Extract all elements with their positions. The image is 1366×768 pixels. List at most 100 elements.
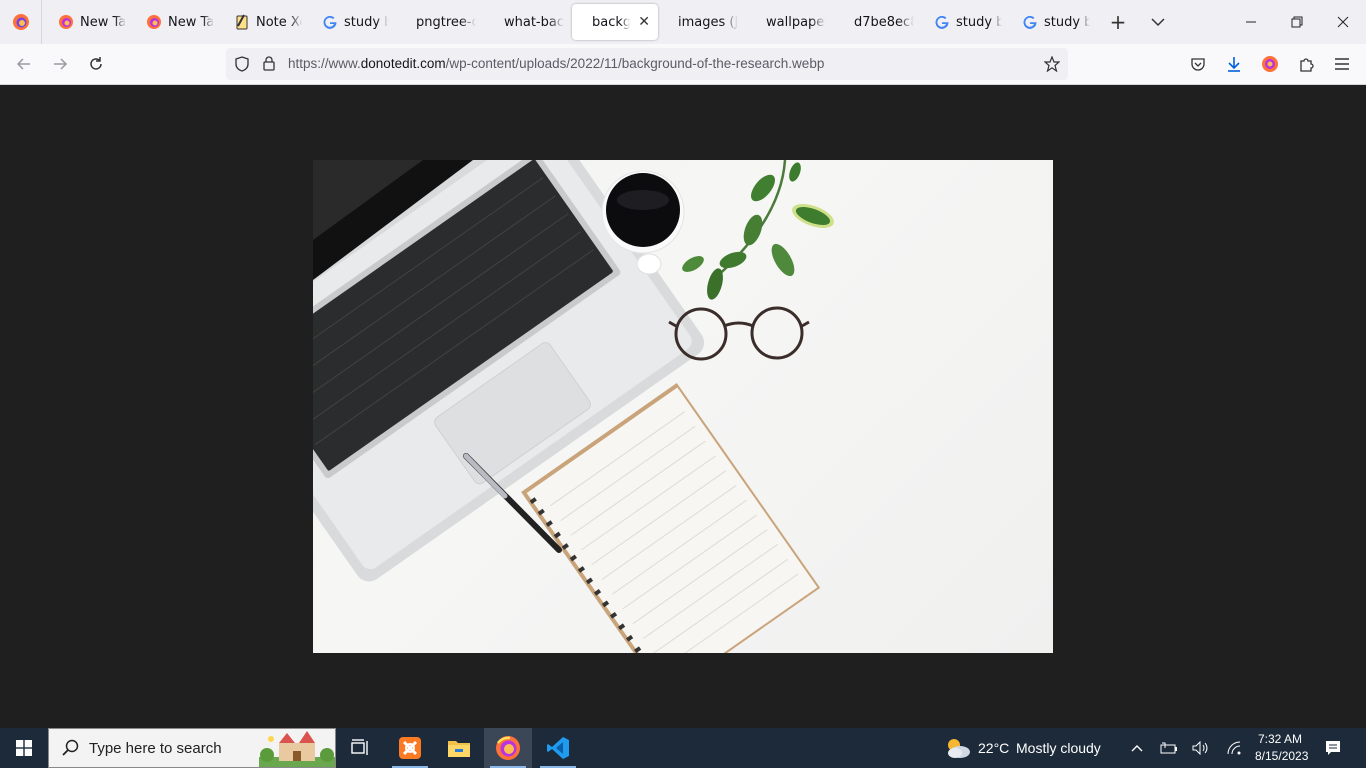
address-bar[interactable]: https://www.donotedit.com/wp-content/upl… xyxy=(226,48,1068,80)
close-window-button[interactable] xyxy=(1320,0,1366,44)
url-text[interactable]: https://www.donotedit.com/wp-content/upl… xyxy=(288,56,824,71)
pocket-button[interactable] xyxy=(1182,48,1214,80)
network-indicator[interactable] xyxy=(1222,728,1246,768)
folder-icon xyxy=(448,741,470,757)
firefox-icon xyxy=(496,736,520,760)
url-prefix: https://www. xyxy=(288,56,361,71)
show-hidden-icons-button[interactable] xyxy=(1126,728,1148,768)
weather-widget[interactable] xyxy=(943,728,973,768)
browser-tab[interactable]: New Tab xyxy=(46,4,134,40)
vscode-icon xyxy=(547,737,569,759)
app-menu-button[interactable] xyxy=(1326,48,1358,80)
weather-condition[interactable]: Mostly cloudy xyxy=(1016,740,1101,756)
close-tab-icon[interactable]: ✕ xyxy=(638,14,650,30)
taskbar-vscode[interactable] xyxy=(534,728,582,768)
google-icon xyxy=(323,15,337,29)
tab-title: pngtree-d-ill xyxy=(416,14,476,30)
firefox-icon xyxy=(12,14,29,30)
arrow-right-icon xyxy=(54,58,68,70)
reload-button[interactable] xyxy=(80,48,112,80)
lock-icon[interactable] xyxy=(262,55,276,71)
browser-tab[interactable]: pngtree-d-ill xyxy=(396,4,484,40)
chevron-up-icon xyxy=(1131,745,1143,752)
navigation-toolbar: https://www.donotedit.com/wp-content/upl… xyxy=(0,44,1366,85)
browser-tab[interactable]: d7be8ec8b6c xyxy=(834,4,922,40)
pocket-icon xyxy=(1191,58,1205,71)
taskbar-xampp[interactable] xyxy=(386,728,434,768)
firefox-icon xyxy=(147,15,161,29)
browser-tab[interactable]: wallpapersw xyxy=(746,4,834,40)
search-icon xyxy=(62,739,79,756)
tab-title: backgrou xyxy=(592,14,631,30)
plus-icon: + xyxy=(1109,10,1127,34)
battery-indicator[interactable] xyxy=(1157,728,1181,768)
url-path: /wp-content/uploads/2022/11/background-o… xyxy=(445,56,825,71)
restore-icon xyxy=(1291,16,1303,28)
blank-favicon xyxy=(584,14,586,30)
volume-control[interactable] xyxy=(1189,728,1213,768)
speaker-icon xyxy=(1192,741,1208,755)
partly-cloudy-icon xyxy=(948,739,970,758)
image-viewer xyxy=(0,85,1366,728)
forward-button[interactable] xyxy=(44,48,76,80)
back-button[interactable] xyxy=(8,48,40,80)
taskbar-firefox[interactable] xyxy=(484,728,532,768)
account-button[interactable] xyxy=(1254,48,1286,80)
windows-logo-icon xyxy=(16,740,32,756)
browser-tab[interactable]: what-backgr xyxy=(484,4,572,40)
windows-taskbar: Type here to search 22°C Mostly cloudy 7… xyxy=(0,728,1366,768)
url-domain: donotedit.com xyxy=(360,56,446,71)
arrow-left-icon xyxy=(16,58,30,70)
browser-tab[interactable]: Note Xer xyxy=(222,4,310,40)
browser-tab[interactable]: study ba xyxy=(1010,4,1098,40)
taskbar-search-box[interactable]: Type here to search xyxy=(48,728,336,768)
new-tab-button[interactable]: + xyxy=(1098,4,1138,40)
tracking-protection-shield-icon[interactable] xyxy=(234,56,250,72)
hamburger-menu-icon xyxy=(1335,58,1349,70)
wifi-icon xyxy=(1227,741,1241,755)
clock-time[interactable]: 7:32 AM xyxy=(1258,732,1302,746)
blank-favicon xyxy=(758,14,760,30)
blank-favicon xyxy=(408,14,410,30)
task-view-icon xyxy=(351,739,368,755)
restore-button[interactable] xyxy=(1274,0,1320,44)
firefox-account-icon xyxy=(1262,56,1278,72)
bookmark-star-icon[interactable] xyxy=(1044,56,1060,72)
firefox-view-button[interactable] xyxy=(0,0,42,44)
tab-title: Note Xer xyxy=(256,14,302,30)
action-center-button[interactable] xyxy=(1318,728,1348,768)
browser-tab[interactable]: study ba xyxy=(310,4,396,40)
desk-photo-illustration xyxy=(313,160,834,653)
tab-strip: New Tab New Tab Note Xer study ba pngtree-d-… xyxy=(0,0,1366,44)
extensions-button[interactable] xyxy=(1290,48,1322,80)
browser-tab[interactable]: images (JPEG xyxy=(658,4,746,40)
download-icon xyxy=(1228,57,1240,72)
browser-tab[interactable]: study ba xyxy=(922,4,1010,40)
google-icon xyxy=(935,15,949,29)
blank-favicon xyxy=(670,14,672,30)
tab-title: what-backgr xyxy=(504,14,564,30)
reload-icon xyxy=(90,57,102,70)
browser-tab[interactable]: New Tab xyxy=(134,4,222,40)
xampp-icon xyxy=(399,737,421,759)
downloads-button[interactable] xyxy=(1218,48,1250,80)
battery-charging-icon xyxy=(1160,742,1177,754)
blank-favicon xyxy=(846,14,848,30)
tab-title: images (JPEG xyxy=(678,14,738,30)
weather-temperature[interactable]: 22°C xyxy=(978,740,1009,756)
tab-title: New Tab xyxy=(80,14,126,30)
tab-title: study ba xyxy=(344,14,388,30)
minimize-button[interactable] xyxy=(1228,0,1274,44)
note-pencil-icon xyxy=(236,14,248,30)
chevron-down-icon xyxy=(1151,18,1165,27)
close-icon xyxy=(1337,16,1349,28)
start-button[interactable] xyxy=(0,728,48,768)
taskbar-file-explorer[interactable] xyxy=(435,728,483,768)
browser-tab[interactable]: backgrou ✕ xyxy=(572,4,658,40)
search-placeholder: Type here to search xyxy=(89,739,222,757)
task-view-button[interactable] xyxy=(336,728,384,768)
clock-date[interactable]: 8/15/2023 xyxy=(1255,749,1308,763)
list-all-tabs-button[interactable] xyxy=(1138,4,1178,40)
tab-title: New Tab xyxy=(168,14,214,30)
tab-title: d7be8ec8b6c xyxy=(854,14,914,30)
